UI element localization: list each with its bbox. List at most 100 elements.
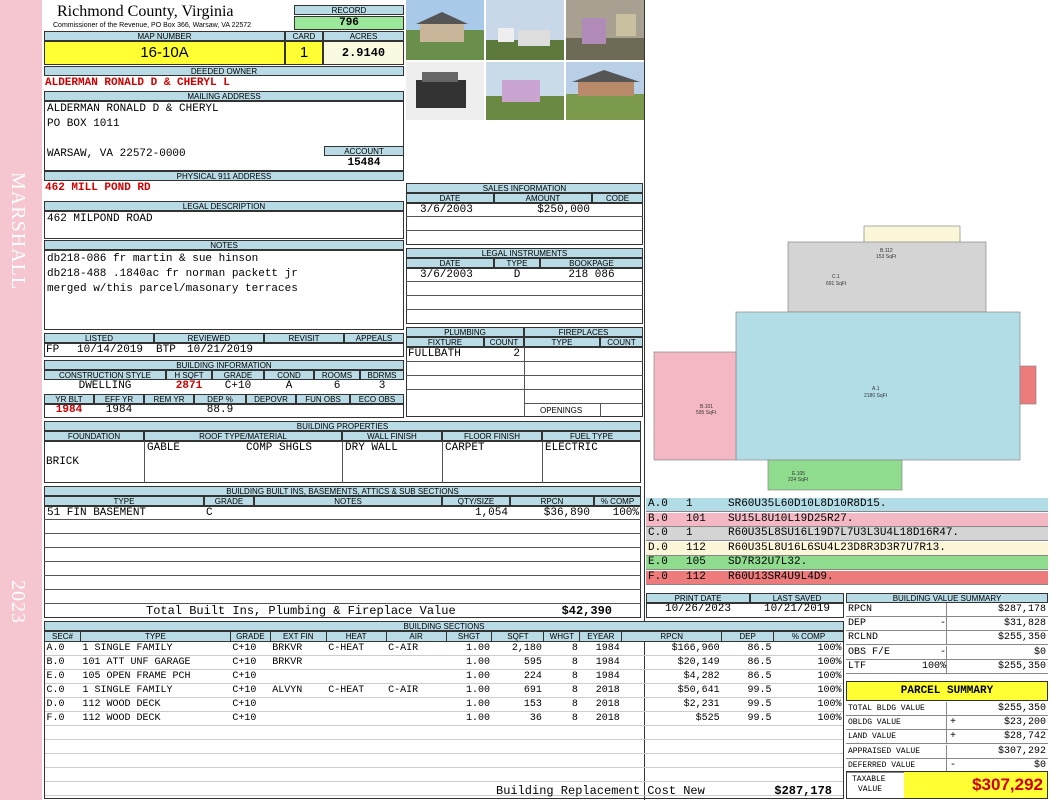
account-label: ACCOUNT [324, 146, 404, 156]
map-number: 16-10A [44, 41, 285, 65]
value-amount: $255,350 [997, 703, 1046, 714]
props-h4: FUEL TYPE [542, 431, 641, 441]
sales-h-date: DATE [406, 193, 494, 203]
mailing-line3: WARSAW, VA 22572-0000 [47, 148, 186, 160]
bi-col-rpcn: RPCN [510, 496, 594, 506]
parcel-row: OBLDG VALUE + $23,200 [846, 716, 1048, 731]
instr-book: 218 086 [568, 269, 615, 281]
bvs-row: RPCN $287,178 [846, 603, 1048, 617]
instr-h-date: DATE [406, 258, 494, 268]
bi-h4: ROOMS [314, 370, 360, 380]
legend-num: 105 [686, 556, 706, 568]
props-h2: WALL FINISH [342, 431, 442, 441]
print-label: PRINT DATE [646, 593, 750, 603]
props-label: BUILDING PROPERTIES [44, 421, 641, 431]
legend-code: F.0 [648, 570, 668, 583]
bi-v5: 3 [378, 380, 386, 392]
bi-h1: H SQFT [166, 370, 212, 380]
value-sign: - [939, 618, 946, 630]
value-key: OBLDG VALUE [848, 718, 901, 728]
openings-label: OPENINGS [540, 406, 583, 415]
instr-h-type: TYPE [494, 258, 540, 268]
record-value: 796 [294, 16, 404, 30]
builtins-label: BUILDING BUILT INS, BASEMENTS, ATTICS & … [44, 486, 641, 496]
sketch-e-sqft: 224 SqFt [788, 477, 809, 483]
dates-box [646, 603, 844, 618]
listed-date: 10/14/2019 [77, 344, 144, 356]
builtin-comp: 100% [612, 507, 639, 519]
value-amount: $255,350 [997, 632, 1046, 644]
floor-finish: CARPET [445, 442, 485, 454]
legal-value: 462 MILPOND ROAD [47, 213, 153, 225]
value-key: RPCN [848, 604, 873, 615]
instr-label: LEGAL INSTRUMENTS [406, 248, 643, 258]
bvs-row: DEP - $31,828 [846, 617, 1048, 632]
bi-v4: 6 [333, 380, 341, 392]
parcel-row: APPRAISED VALUE $307,292 [846, 744, 1048, 759]
sketch-d-sqft: 153 SqFt [876, 254, 897, 260]
bi-col-qty: QTY/SIZE [442, 496, 510, 506]
taxable-value: $307,292 [904, 772, 1047, 798]
bi-v2: C+10 [224, 380, 252, 392]
wall-finish: DRY WALL [345, 442, 398, 454]
mailing-label: MAILING ADDRESS [44, 91, 404, 101]
value-amount: $307,292 [997, 745, 1046, 757]
mailing-line1: ALDERMAN RONALD D & CHERYL [47, 103, 219, 115]
listed-by: FP [46, 344, 60, 356]
legend-code: E.0 [648, 556, 668, 568]
builtin-type: 51 FIN BASEMENT [47, 507, 147, 519]
legend-num: 112 [686, 541, 706, 554]
plumb-fixture: FULLBATH [408, 348, 461, 360]
bvs-row: OBS F/E - $0 [846, 645, 1048, 660]
owner-label: DEEDED OWNER [44, 66, 404, 76]
value-key: TOTAL BLDG VALUE [848, 704, 925, 713]
legend-code: B.0 [648, 512, 668, 525]
value-sign: + [950, 731, 957, 743]
card-number: 1 [285, 41, 323, 65]
value-amount: $23,200 [1003, 717, 1046, 729]
legend-num: 1 [686, 498, 693, 510]
roof-material: COMP SHGLS [246, 442, 313, 454]
legend-code: A.0 [648, 498, 668, 510]
bi-v1: 2871 [175, 380, 203, 392]
bi-h3: COND [264, 370, 314, 380]
fire-h-type: TYPE [524, 337, 600, 347]
sales-h-amount: AMOUNT [494, 193, 592, 203]
roof-type: GABLE [147, 442, 181, 454]
account-value: 15484 [347, 157, 381, 169]
listed-label: LISTED [44, 333, 154, 343]
value-amount: $255,350 [997, 660, 1046, 672]
legend-row: B.0 101 SU15L8U10L19D25R27. [646, 512, 1048, 527]
legend-num: 101 [686, 512, 706, 525]
builtins-box [44, 506, 641, 618]
bi-h5: BDRMS [360, 370, 404, 380]
bvs-row: RCLND $255,350 [846, 631, 1048, 646]
record-label: RECORD [294, 5, 404, 15]
instr-date: 3/6/2003 [420, 269, 473, 281]
sketch-c-label: C.1 [832, 274, 840, 280]
notes-line3: merged w/this parcel/masonary terraces [47, 283, 298, 295]
instr-type: D [513, 269, 521, 281]
legend-row: C.0 1 R60U35L8SU16L19D7L7U3L3U4L18D16R47. [646, 527, 1048, 541]
sidebar: MARSHALL 2023 [0, 0, 42, 800]
bi-col-type: TYPE [44, 496, 204, 506]
bi-v0: DWELLING [78, 380, 132, 392]
value-sign: + [950, 717, 957, 729]
property-photos [406, 0, 644, 120]
legend-desc: R60U35L8SU16L19D7L7U3L3U4L18D16R47. [728, 527, 960, 539]
county-title: Richmond County, Virginia [57, 3, 234, 20]
acres-value: 2.9140 [323, 41, 404, 65]
notes-label: NOTES [44, 240, 404, 250]
notes-line1: db218-086 fr martin & sue hinson [47, 253, 259, 265]
plumb-count: 2 [513, 348, 520, 360]
parcel-row: LAND VALUE + $28,742 [846, 730, 1048, 745]
owner-name: ALDERMAN RONALD D & CHERYL L [45, 77, 230, 89]
bi2-h1: EFF YR [94, 394, 144, 404]
props-h1: ROOF TYPE/MATERIAL [144, 431, 342, 441]
legend-num: 112 [686, 570, 706, 583]
bi-v3: A [285, 380, 293, 392]
value-amount: $31,828 [1003, 618, 1046, 630]
value-amount: $0 [1033, 759, 1046, 771]
bi-h0: CONSTRUCTION STYLE [44, 370, 166, 380]
value-key: OBS F/E [848, 646, 891, 658]
